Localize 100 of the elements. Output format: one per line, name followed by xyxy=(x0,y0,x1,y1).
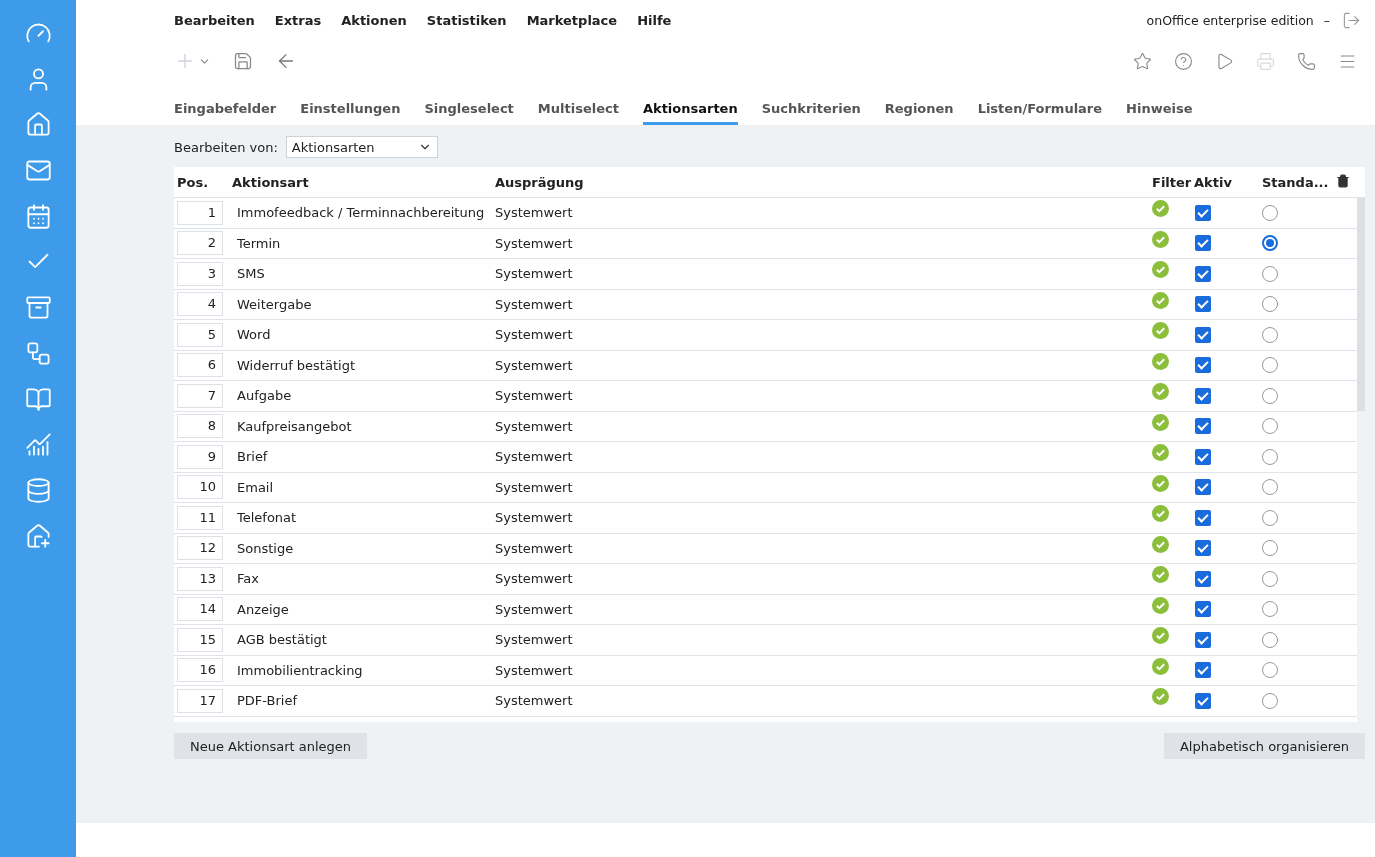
checkbox[interactable] xyxy=(1195,296,1211,313)
position-field[interactable]: 14 xyxy=(177,597,223,622)
table-cell-text: Telefonat xyxy=(236,510,298,526)
menu-item[interactable]: Aktionen xyxy=(341,12,407,28)
position-field[interactable]: 15 xyxy=(177,627,223,652)
table-cell-text: Systemwert xyxy=(495,296,574,312)
table-cell-text: Systemwert xyxy=(495,571,574,587)
checkbox[interactable] xyxy=(1195,418,1211,435)
save-icon[interactable] xyxy=(233,51,253,71)
checkbox[interactable] xyxy=(1195,509,1211,526)
position-field[interactable]: 8 xyxy=(177,414,223,439)
table-cell-text: Termin xyxy=(236,235,282,251)
table-cell-text: Systemwert xyxy=(495,388,574,404)
house-icon[interactable] xyxy=(24,522,52,550)
table-cell-text: PDF-Brief xyxy=(236,693,299,709)
table-cell-text: Systemwert xyxy=(495,693,574,709)
column-header: Aktiv xyxy=(1193,174,1233,190)
position-field[interactable]: 9 xyxy=(177,444,223,469)
new-action-type-button[interactable]: Neue Aktionsart anlegen xyxy=(174,733,368,759)
table-cell-text: Sonstige xyxy=(236,540,295,556)
tab[interactable]: Einstellungen xyxy=(300,101,401,125)
trash-icon[interactable] xyxy=(1336,173,1350,188)
logout-icon[interactable] xyxy=(1342,10,1361,30)
checkbox[interactable] xyxy=(1195,570,1211,587)
home-icon[interactable] xyxy=(24,111,52,139)
scrollbar-thumb[interactable] xyxy=(1357,198,1365,411)
position-field[interactable]: 5 xyxy=(177,322,223,347)
checkbox[interactable] xyxy=(1195,448,1211,465)
table-cell-text: Immofeedback / Terminnachbereitung xyxy=(236,205,486,221)
phone-icon[interactable] xyxy=(1297,51,1316,71)
checkbox[interactable] xyxy=(1195,235,1211,252)
table-cell-text: Systemwert xyxy=(495,418,574,434)
position-field[interactable]: 16 xyxy=(177,658,223,683)
tab[interactable]: Singleselect xyxy=(424,101,514,125)
checkbox[interactable] xyxy=(1195,204,1211,221)
tab[interactable]: Suchkriterien xyxy=(761,101,861,125)
menu-item[interactable]: Marketplace xyxy=(526,12,618,28)
column-header: Ausprägung xyxy=(495,174,585,190)
table-cell-text: Email xyxy=(236,479,275,495)
table-cell-text: Word xyxy=(236,327,272,343)
position-field[interactable]: 1 xyxy=(177,200,223,225)
tab[interactable]: Listen/Formulare xyxy=(977,101,1103,125)
cabinet-icon[interactable] xyxy=(24,294,52,322)
table-cell-text: Systemwert xyxy=(495,449,574,465)
position-field[interactable]: 10 xyxy=(177,475,223,500)
table-cell-text: Anzeige xyxy=(236,601,290,617)
radio-button[interactable] xyxy=(1262,418,1278,435)
table-cell-text: Systemwert xyxy=(495,327,574,343)
select-field[interactable]: Aktionsarten xyxy=(285,136,438,158)
position-field[interactable]: 17 xyxy=(177,688,223,713)
table-cell-text: AGB bestätigt xyxy=(236,632,328,648)
tab[interactable]: Hinweise xyxy=(1126,101,1193,125)
position-field[interactable]: 3 xyxy=(177,261,223,286)
table-cell-text: Systemwert xyxy=(495,601,574,617)
checkbox[interactable] xyxy=(1195,631,1211,648)
position-field[interactable]: 13 xyxy=(177,566,223,591)
radio-button[interactable] xyxy=(1262,235,1278,252)
menu-item[interactable]: Bearbeiten xyxy=(174,12,255,28)
table-cell-text: Systemwert xyxy=(495,540,574,556)
table-cell-text: SMS xyxy=(236,266,266,282)
table-cell-text: Systemwert xyxy=(495,235,574,251)
position-field[interactable]: 11 xyxy=(177,505,223,530)
checkbox[interactable] xyxy=(1195,387,1211,404)
table-cell-text: Systemwert xyxy=(495,357,574,373)
workflow-icon[interactable] xyxy=(24,339,52,367)
column-header: Standa... xyxy=(1261,174,1330,190)
calendar-icon[interactable] xyxy=(24,202,52,230)
table-cell-text: Immobilientracking xyxy=(236,662,364,678)
checkbox[interactable] xyxy=(1195,357,1211,374)
table-cell-text: Systemwert xyxy=(495,266,574,282)
checkbox[interactable] xyxy=(1195,601,1211,618)
table-cell-text: Weitergabe xyxy=(236,296,313,312)
star-icon[interactable] xyxy=(1133,51,1152,71)
checkbox[interactable] xyxy=(1195,692,1211,709)
tab[interactable]: Eingabefelder xyxy=(174,101,277,125)
help-icon[interactable] xyxy=(1174,51,1193,71)
column-header: Pos. xyxy=(176,174,210,190)
menu-item[interactable]: Statistiken xyxy=(426,12,507,28)
play-icon[interactable] xyxy=(1215,51,1234,71)
table-cell-text: Widerruf bestätigt xyxy=(236,357,356,373)
menu-item[interactable]: Extras xyxy=(274,12,322,28)
checkbox[interactable] xyxy=(1195,265,1211,282)
book-icon[interactable] xyxy=(24,385,52,413)
edition-title: onOffice enterprise edition xyxy=(1146,12,1314,28)
position-field[interactable]: 6 xyxy=(177,353,223,378)
checkbox[interactable] xyxy=(1195,479,1211,496)
position-field[interactable]: 2 xyxy=(177,231,223,256)
menu-item[interactable]: Hilfe xyxy=(637,12,672,28)
position-field[interactable]: 12 xyxy=(177,536,223,561)
checkbox[interactable] xyxy=(1195,662,1211,679)
chart-icon[interactable] xyxy=(24,431,52,459)
tab[interactable]: Multiselect xyxy=(537,101,619,125)
checkbox[interactable] xyxy=(1195,326,1211,343)
position-field[interactable]: 7 xyxy=(177,383,223,408)
field-label: Bearbeiten von: xyxy=(174,139,278,155)
database-icon[interactable] xyxy=(24,476,52,504)
checkbox[interactable] xyxy=(1195,540,1211,557)
sort-alphabetically-button[interactable]: Alphabetisch organisieren xyxy=(1163,733,1365,759)
position-field[interactable]: 4 xyxy=(177,292,223,317)
tab[interactable]: Regionen xyxy=(884,101,954,125)
